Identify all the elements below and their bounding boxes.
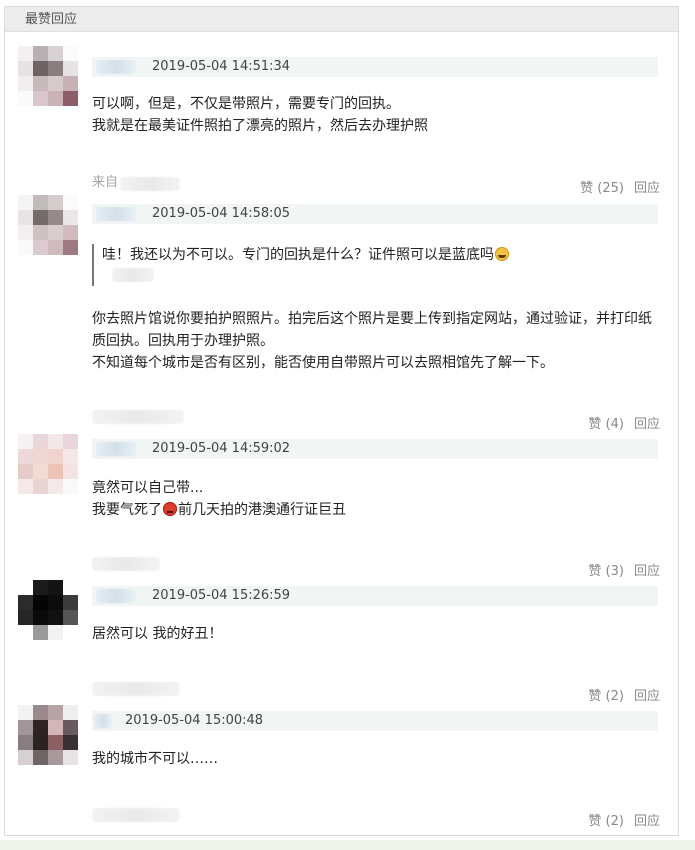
reply-button[interactable]: 回应 xyxy=(634,685,660,704)
username[interactable] xyxy=(96,207,136,221)
reply-meta: 2019-05-04 14:59:02 xyxy=(92,439,658,459)
reply-meta: 2019-05-04 14:51:34 xyxy=(92,57,658,77)
reply-actions: 赞 (25) 回应 xyxy=(560,177,660,196)
comments-page: 最赞回应 2019-05-04 14:51:34 可以啊，但是，不仅是带照片，需… xyxy=(0,0,695,850)
reply-time: 2019-05-04 15:00:48 xyxy=(125,713,264,728)
section-title: 最赞回应 xyxy=(25,12,78,27)
like-button[interactable]: 赞 (2) xyxy=(588,810,624,829)
reply-button[interactable]: 回应 xyxy=(634,560,660,579)
quote-text: 哇！我还以为不可以。专门的回执是什么？证件照可以是蓝底吗 xyxy=(102,247,494,263)
avatar[interactable] xyxy=(18,580,78,640)
quote-author[interactable] xyxy=(112,268,154,282)
reply-text-line: 不知道每个城市是否有区别，能否使用自带照片可以去照相馆先了解一下。 xyxy=(92,355,554,371)
quoted-reply: 哇！我还以为不可以。专门的回执是什么？证件照可以是蓝底吗 xyxy=(92,244,658,286)
avatar[interactable] xyxy=(18,434,78,494)
angry-face-emoji-icon xyxy=(163,502,177,516)
reply-meta: 2019-05-04 15:00:48 xyxy=(92,711,658,731)
reply-text: 我要气死了 xyxy=(92,502,162,518)
like-button[interactable]: 赞 (25) xyxy=(580,177,624,196)
reply-button[interactable]: 回应 xyxy=(634,177,660,196)
reply-text: 前几天拍的港澳通行证巨丑 xyxy=(178,502,346,518)
source-name[interactable] xyxy=(92,557,160,571)
source-name[interactable] xyxy=(92,682,180,696)
reply-button[interactable]: 回应 xyxy=(634,413,660,432)
reply-text-line: 竟然可以自己带... xyxy=(92,480,204,496)
reply-time: 2019-05-04 14:59:02 xyxy=(152,441,291,456)
username[interactable] xyxy=(96,589,136,603)
like-button[interactable]: 赞 (3) xyxy=(588,560,624,579)
like-button[interactable]: 赞 (2) xyxy=(588,685,624,704)
quote-text-row: 哇！我还以为不可以。专门的回执是什么？证件照可以是蓝底吗 xyxy=(102,244,510,266)
reply-text-line: 居然可以 我的好丑！ xyxy=(92,626,223,642)
footer-strip xyxy=(0,840,695,850)
reply-text-line: 我就是在最美证件照拍了漂亮的照片，然后去办理护照 xyxy=(92,118,428,134)
reply-text-paragraph: 你去照片馆说你要拍护照照片。拍完后这个照片是要上传到指定网站，通过验证，并打印纸… xyxy=(92,311,652,349)
username[interactable] xyxy=(96,442,136,456)
avatar[interactable] xyxy=(18,46,78,106)
reply-actions: 赞 (2) 回应 xyxy=(560,685,660,704)
username[interactable] xyxy=(96,60,136,74)
username[interactable] xyxy=(94,714,112,728)
reply-actions: 赞 (4) 回应 xyxy=(560,413,660,432)
reply-time: 2019-05-04 15:26:59 xyxy=(152,588,291,603)
reply-time: 2019-05-04 14:58:05 xyxy=(152,206,291,221)
reply-text-line: 我的城市不可以…… xyxy=(92,751,218,767)
source-name[interactable] xyxy=(92,410,184,424)
reply-actions: 赞 (3) 回应 xyxy=(560,560,660,579)
reply-text-line-with-emoji: 我要气死了 前几天拍的港澳通行证巨丑 xyxy=(92,499,346,521)
reply-text-line: 可以啊，但是，不仅是带照片，需要专门的回执。 xyxy=(92,96,400,112)
reply-actions: 赞 (2) 回应 xyxy=(560,810,660,829)
avatar[interactable] xyxy=(18,705,78,765)
source-name[interactable] xyxy=(92,808,180,822)
source-label: 来自 xyxy=(92,175,119,190)
reply-button[interactable]: 回应 xyxy=(634,810,660,829)
panel-header: 最赞回应 xyxy=(5,7,678,32)
like-button[interactable]: 赞 (4) xyxy=(588,413,624,432)
source-name[interactable] xyxy=(120,177,180,191)
grinning-sweat-emoji-icon xyxy=(495,247,509,261)
reply-meta: 2019-05-04 14:58:05 xyxy=(92,204,658,224)
reply-time: 2019-05-04 14:51:34 xyxy=(152,59,291,74)
avatar[interactable] xyxy=(18,195,78,255)
reply-meta: 2019-05-04 15:26:59 xyxy=(92,586,658,606)
